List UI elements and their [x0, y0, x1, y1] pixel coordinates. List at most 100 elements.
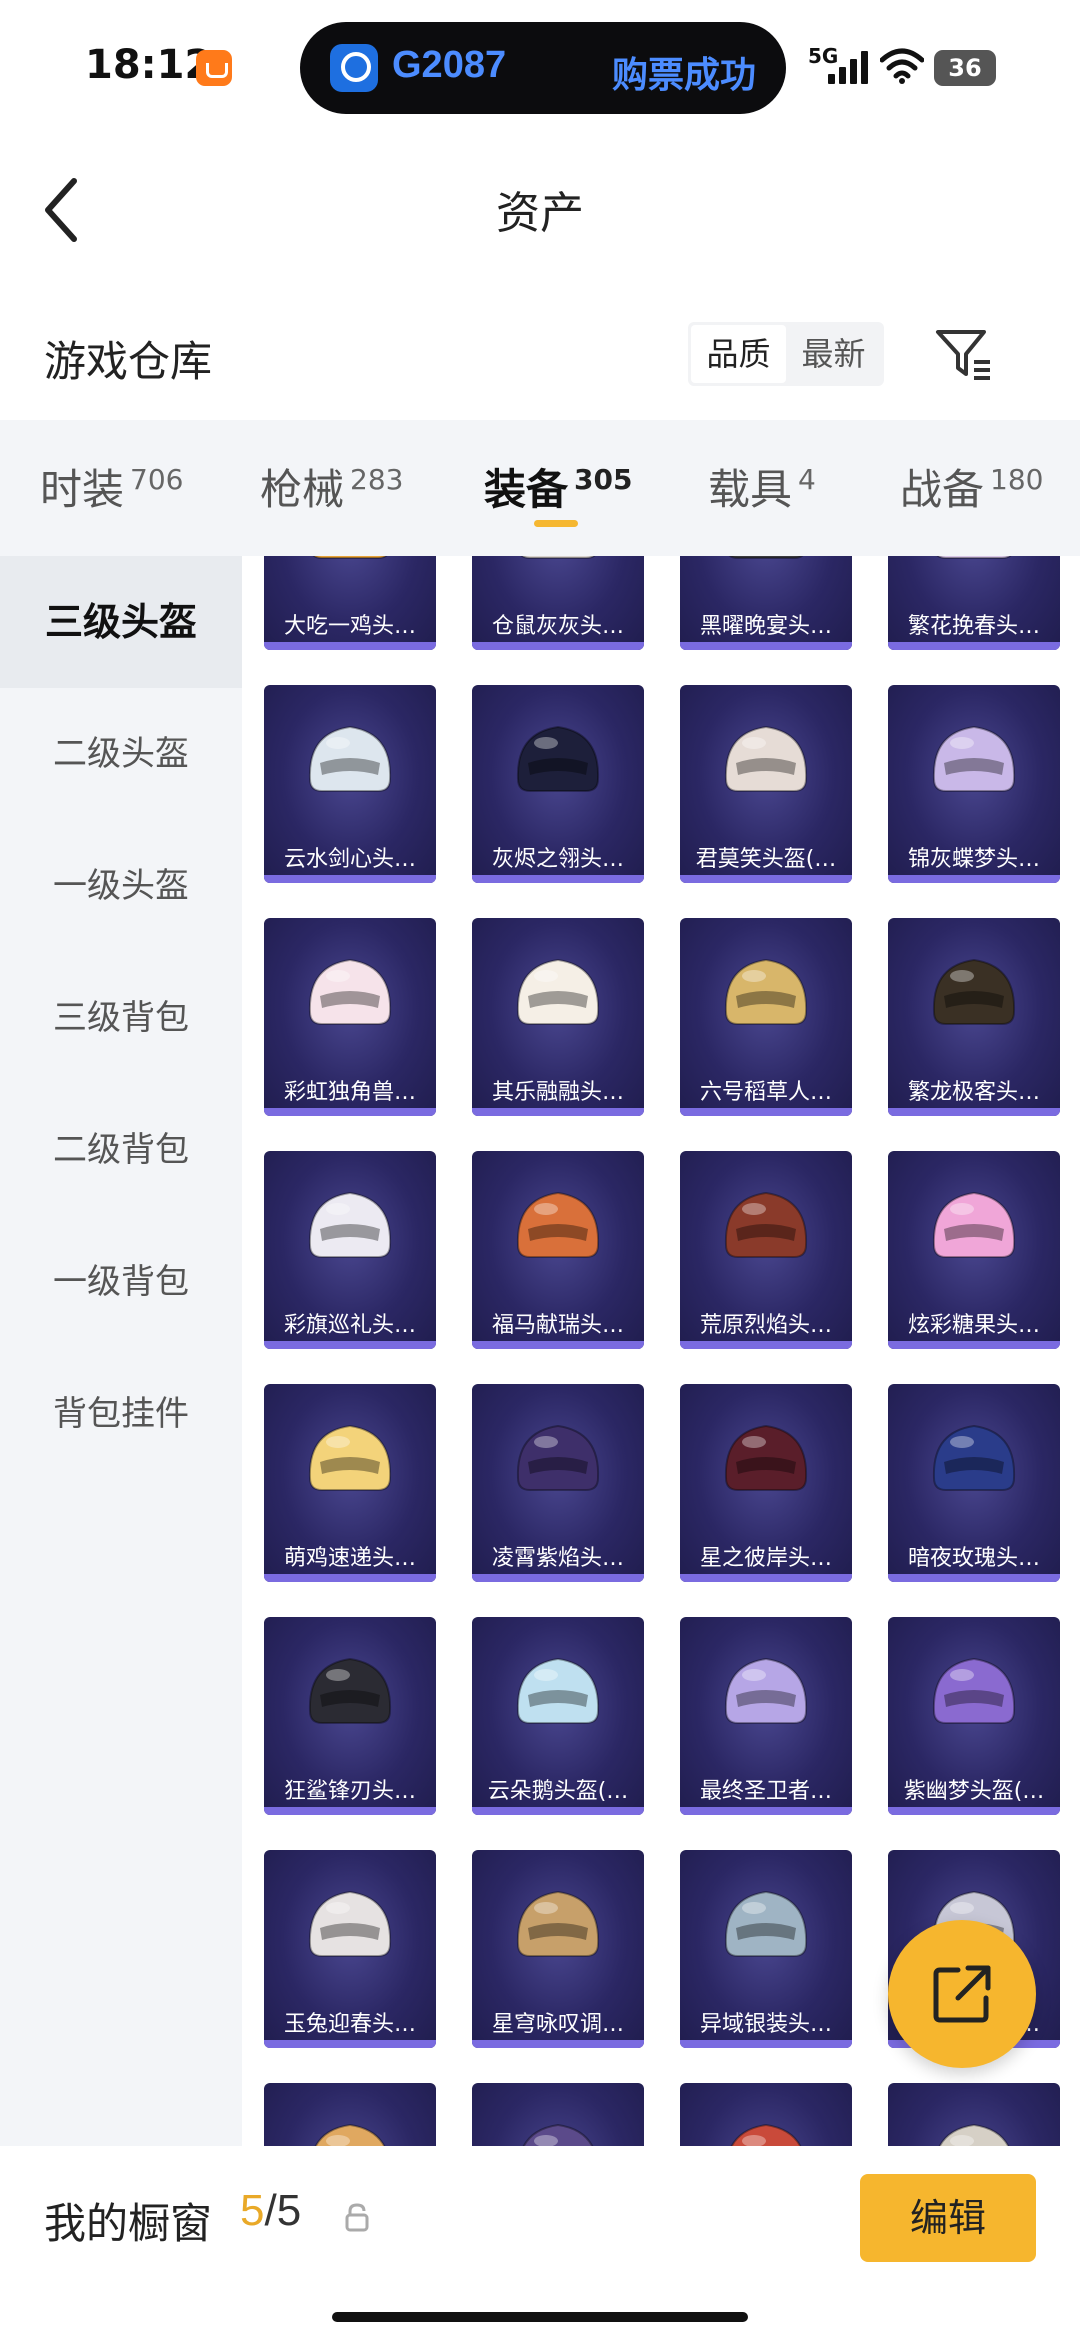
tab-supplies[interactable]: 战备 180 [900, 456, 1043, 517]
item-name: 炫彩糖果头… [907, 1313, 1040, 1338]
item-name: 狂鲨锋刃头… [283, 1779, 416, 1804]
item-card[interactable] [264, 2083, 436, 2146]
item-card[interactable]: 锦灰蝶梦头… [888, 685, 1060, 883]
sort-toggle: 品质 最新 [688, 322, 884, 386]
item-card[interactable]: 繁花挽春头… [888, 556, 1060, 650]
item-card[interactable]: 玉兔迎春头… [264, 1850, 436, 2048]
sidebar-item-level3-backpack[interactable]: 三级背包 [0, 952, 242, 1084]
sidebar-item-level1-backpack[interactable]: 一级背包 [0, 1216, 242, 1348]
app-header: 资产 [0, 135, 1080, 275]
rarity-bar [680, 1807, 852, 1815]
tab-equipment[interactable]: 装备 305 [484, 456, 632, 517]
item-name: 云朵鹅头盔(… [487, 1779, 629, 1804]
item-card[interactable]: 彩虹独角兽… [264, 918, 436, 1116]
item-card[interactable]: 萌鸡速递头… [264, 1384, 436, 1582]
item-card[interactable] [472, 2083, 644, 2146]
item-name: 紫幽梦头盔(… [903, 1779, 1045, 1804]
tab-count: 706 [130, 463, 184, 496]
helmet-icon [932, 958, 1016, 1025]
item-card[interactable]: 其乐融融头… [472, 918, 644, 1116]
item-card[interactable]: 大吃一鸡头… [264, 556, 436, 650]
item-card[interactable] [888, 2083, 1060, 2146]
tab-label: 战备 [900, 465, 985, 514]
tab-vehicles[interactable]: 载具 4 [708, 456, 816, 517]
tab-label: 装备 [484, 465, 569, 514]
rarity-bar [264, 1574, 436, 1582]
item-name: 星穹咏叹调… [491, 2012, 624, 2037]
helmet-icon [728, 556, 804, 559]
item-card[interactable]: 云朵鹅头盔(… [472, 1617, 644, 1815]
sidebar-item-level1-helmet[interactable]: 一级头盔 [0, 820, 242, 952]
helmet-icon [724, 1890, 808, 1957]
item-card[interactable]: 最终圣卫者… [680, 1617, 852, 1815]
item-name: 凌霄紫焰头… [491, 1546, 624, 1571]
item-card[interactable]: 暗夜玫瑰头… [888, 1384, 1060, 1582]
tab-label: 时装 [40, 465, 125, 514]
item-card[interactable] [680, 2083, 852, 2146]
rarity-bar [264, 642, 436, 650]
item-card[interactable]: 黑曜晚宴头… [680, 556, 852, 650]
helmet-icon [938, 2123, 1010, 2146]
tab-label: 枪械 [260, 465, 345, 514]
signal-icon [828, 50, 868, 84]
item-card[interactable]: 星之彼岸头… [680, 1384, 852, 1582]
status-bar: 18:12 G2087 购票成功 5G 36 [0, 0, 1080, 135]
shopping-app-icon [196, 50, 232, 86]
sidebar-item-level2-helmet[interactable]: 二级头盔 [0, 688, 242, 820]
item-card[interactable]: 凌霄紫焰头… [472, 1384, 644, 1582]
lock-icon [345, 2203, 369, 2232]
sidebar-item-backpack-pendant[interactable]: 背包挂件 [0, 1348, 242, 1480]
rarity-bar [472, 2040, 644, 2048]
item-card[interactable]: 炫彩糖果头… [888, 1151, 1060, 1349]
showcase-current: 5 [240, 2186, 265, 2235]
showcase-label: 我的橱窗 [44, 2199, 213, 2248]
item-card[interactable]: 彩旗巡礼头… [264, 1151, 436, 1349]
rarity-bar [680, 1574, 852, 1582]
filter-icon[interactable] [934, 326, 994, 382]
helmet-icon [312, 556, 388, 559]
sort-by-quality-button[interactable]: 品质 [691, 325, 786, 383]
tab-fashion[interactable]: 时装 706 [40, 456, 183, 517]
railway-icon [330, 44, 378, 92]
dynamic-island[interactable]: G2087 购票成功 [300, 22, 786, 114]
item-name: 黑曜晚宴头… [699, 614, 832, 639]
showcase-bar: 我的橱窗 5/5 编辑 [0, 2146, 1080, 2339]
item-name: 萌鸡速递头… [283, 1546, 416, 1571]
rarity-bar [472, 1341, 644, 1349]
item-card[interactable]: 异域银装头… [680, 1850, 852, 2048]
rarity-bar [264, 1341, 436, 1349]
rarity-bar [680, 1341, 852, 1349]
rarity-bar [472, 875, 644, 883]
share-floating-button[interactable] [888, 1920, 1036, 2068]
item-card[interactable]: 紫幽梦头盔(… [888, 1617, 1060, 1815]
edit-button[interactable]: 编辑 [860, 2174, 1036, 2262]
helmet-icon [308, 1657, 392, 1724]
item-card[interactable]: 繁龙极客头… [888, 918, 1060, 1116]
sidebar-item-level2-backpack[interactable]: 二级背包 [0, 1084, 242, 1216]
active-tab-indicator [534, 520, 578, 527]
item-card[interactable]: 星穹咏叹调… [472, 1850, 644, 2048]
item-card[interactable]: 云水剑心头… [264, 685, 436, 883]
showcase-separator: / [264, 2186, 277, 2235]
helmet-icon [522, 2123, 594, 2146]
item-card[interactable]: 君莫笑头盔(… [680, 685, 852, 883]
item-card[interactable]: 荒原烈焰头… [680, 1151, 852, 1349]
helmet-icon [516, 1890, 600, 1957]
item-name: 繁花挽春头… [907, 614, 1040, 639]
item-name: 锦灰蝶梦头… [907, 847, 1040, 872]
item-name: 繁龙极客头… [907, 1080, 1040, 1105]
item-card[interactable]: 灰烬之翎头… [472, 685, 644, 883]
helmet-icon [516, 958, 600, 1025]
sort-by-newest-button[interactable]: 最新 [786, 325, 881, 383]
item-card[interactable]: 仓鼠灰灰头… [472, 556, 644, 650]
tab-count: 283 [350, 463, 404, 496]
helmet-icon [520, 556, 596, 559]
item-card[interactable]: 六号稻草人… [680, 918, 852, 1116]
rarity-bar [264, 875, 436, 883]
rarity-bar [888, 642, 1060, 650]
item-grid[interactable]: 大吃一鸡头… 仓鼠灰灰头… 黑曜晚宴头… 繁花挽春头… 云水剑心头… 灰烬之翎头… 君莫笑头… [242, 556, 1080, 2146]
sidebar-item-level3-helmet[interactable]: 三级头盔 [0, 556, 242, 688]
tab-firearms[interactable]: 枪械 283 [260, 456, 403, 517]
item-card[interactable]: 狂鲨锋刃头… [264, 1617, 436, 1815]
item-card[interactable]: 福马献瑞头… [472, 1151, 644, 1349]
